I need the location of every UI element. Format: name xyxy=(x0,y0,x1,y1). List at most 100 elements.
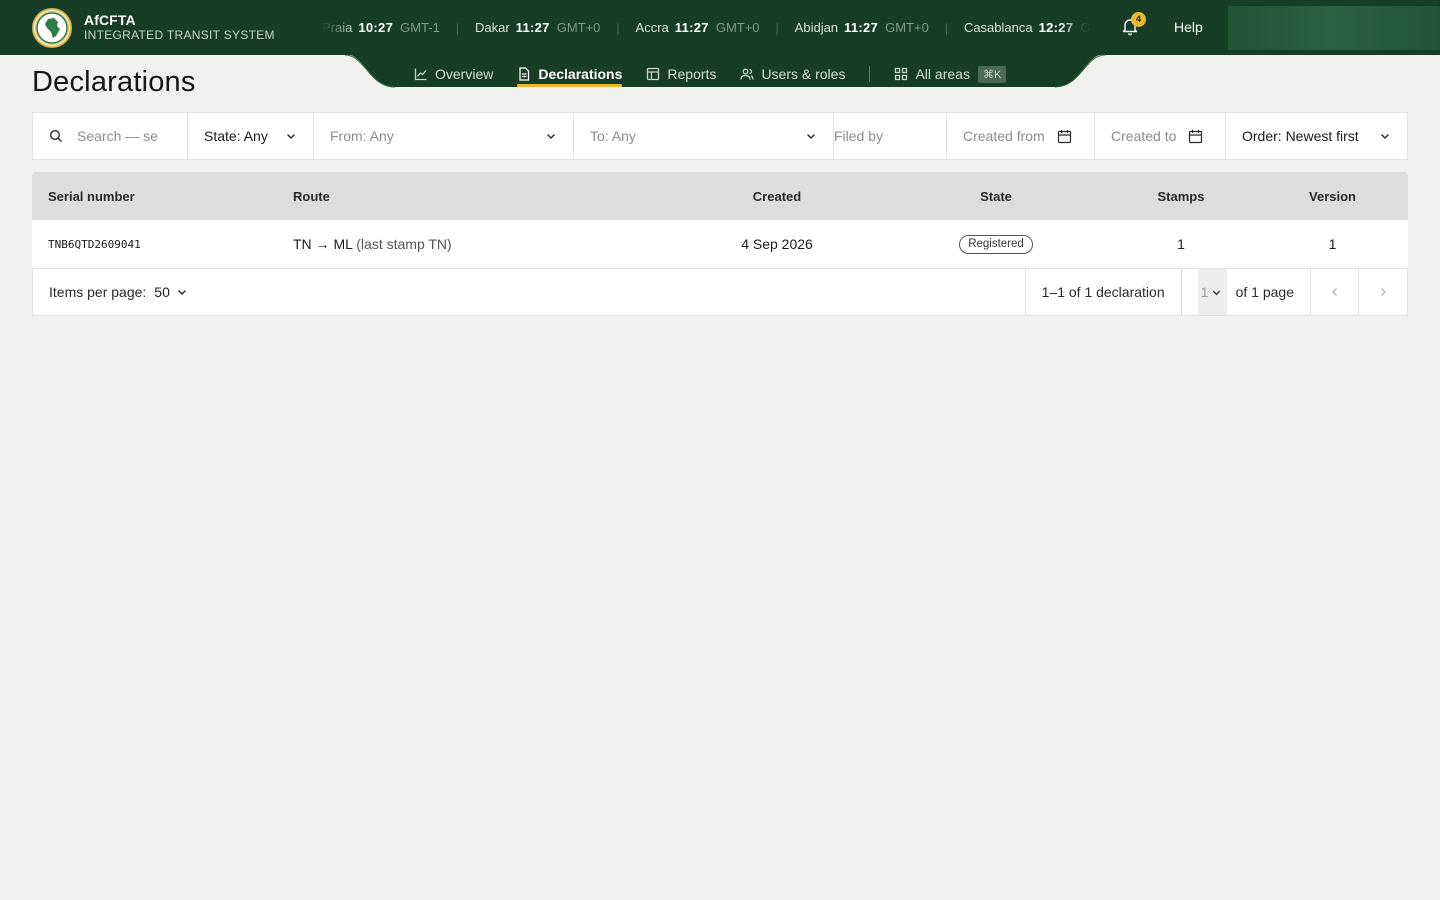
chevron-down-icon xyxy=(1212,290,1220,295)
help-link[interactable]: Help xyxy=(1174,19,1203,35)
chevron-right-icon xyxy=(1381,288,1386,296)
clock-separator: | xyxy=(616,21,620,35)
clock-tz: GMT+0 xyxy=(885,20,929,35)
clock-separator: | xyxy=(775,21,779,35)
route-note: (last stamp TN) xyxy=(356,236,452,252)
order-value: Order: Newest first xyxy=(1242,128,1359,144)
shortcut-hint: ⌘K xyxy=(977,65,1007,83)
clock-praia: Praia 10:27 GMT-1 | xyxy=(322,20,475,35)
calendar-icon[interactable] xyxy=(1188,129,1203,144)
table-row[interactable]: TNB6QTD2609041 TN → ML (last stamp TN) 4… xyxy=(32,220,1408,268)
page-select[interactable]: 1 xyxy=(1197,269,1227,315)
created-to-placeholder: Created to xyxy=(1111,128,1177,144)
search-input[interactable]: Search — se xyxy=(33,113,188,159)
clock-city: Abidjan xyxy=(794,20,839,35)
chevron-left-icon xyxy=(1331,288,1337,296)
brand-subtitle: INTEGRATED TRANSIT SYSTEM xyxy=(84,28,275,42)
clock-tz: GMT+0 xyxy=(556,20,601,35)
clock-time: 11:27 xyxy=(844,20,879,35)
previous-page-button[interactable] xyxy=(1311,269,1359,315)
created-from-date-input[interactable]: Created from xyxy=(947,113,1095,159)
table-header: Serial number Route Created State Stamps… xyxy=(32,172,1408,220)
clock-city: Accra xyxy=(635,20,669,35)
status-badge: Registered xyxy=(959,235,1033,254)
clock-city: Praia xyxy=(322,20,353,35)
users-icon xyxy=(740,68,755,80)
tab-users-roles[interactable]: Users & roles xyxy=(740,62,845,86)
version-number: 1 xyxy=(1328,236,1337,252)
document-icon xyxy=(519,67,530,81)
filed-by-input[interactable]: Filed by xyxy=(834,113,947,159)
grid-icon xyxy=(895,67,908,81)
tab-overview[interactable]: Overview xyxy=(414,62,493,86)
clock-time: 12:27 xyxy=(1038,20,1074,35)
column-header-serial[interactable]: Serial number xyxy=(32,189,277,204)
table-icon xyxy=(647,67,660,81)
page-total: of 1 page xyxy=(1235,284,1294,300)
created-date: 4 Sep 2026 xyxy=(741,236,813,252)
clock-dakar: Dakar 11:27 GMT+0 | xyxy=(475,20,636,35)
tab-label: All areas xyxy=(915,66,970,82)
clock-tz: GMT-1 xyxy=(400,20,440,35)
route-cell: TN → ML (last stamp TN) xyxy=(277,236,667,252)
column-header-state[interactable]: State xyxy=(887,189,1105,204)
clock-time: 10:27 xyxy=(358,20,394,35)
column-header-created[interactable]: Created xyxy=(667,189,887,204)
nav-divider xyxy=(869,66,871,82)
to-filter-value: To: Any xyxy=(590,128,636,144)
notification-count-badge[interactable]: 4 xyxy=(1131,12,1146,27)
route: TN → ML xyxy=(293,236,353,252)
state-filter-value: State: Any xyxy=(204,128,268,144)
main-nav: Overview Declarations Reports Users & ro… xyxy=(414,62,1030,87)
stamps-count: 1 xyxy=(1177,236,1185,252)
tab-label: Overview xyxy=(435,66,494,82)
created-to-date-input[interactable]: Created to xyxy=(1095,113,1226,159)
brand: AfCFTA INTEGRATED TRANSIT SYSTEM xyxy=(84,12,275,43)
filed-by-placeholder: Filed by xyxy=(834,128,884,144)
items-per-page-select[interactable]: 50 xyxy=(154,284,188,300)
clock-casablanca: Casablanca 12:27 GMT+1 xyxy=(964,20,1092,35)
chart-line-icon xyxy=(414,68,427,81)
serial-number[interactable]: TNB6QTD2609041 xyxy=(32,238,277,251)
search-icon xyxy=(49,129,62,142)
tab-declarations[interactable]: Declarations xyxy=(517,62,623,87)
page-select-value: 1 xyxy=(1200,284,1209,300)
column-header-route[interactable]: Route xyxy=(277,189,667,204)
declarations-table: Serial number Route Created State Stamps… xyxy=(32,172,1408,268)
page-selector: 1 of 1 page xyxy=(1182,269,1311,315)
chevron-down-icon xyxy=(807,134,815,139)
tab-label: Users & roles xyxy=(761,66,846,82)
clock-city: Dakar xyxy=(474,20,510,35)
order-select[interactable]: Order: Newest first xyxy=(1226,113,1407,159)
pagination-range: 1–1 of 1 declaration xyxy=(1024,269,1182,315)
next-page-button[interactable] xyxy=(1359,269,1407,315)
tab-reports[interactable]: Reports xyxy=(646,62,716,86)
from-filter-value: From: Any xyxy=(330,128,394,144)
tab-all-areas[interactable]: All areas ⌘K xyxy=(894,62,1007,86)
brand-name: AfCFTA xyxy=(84,12,136,28)
calendar-icon[interactable] xyxy=(1057,129,1072,144)
search-placeholder: Search — se xyxy=(77,128,158,144)
clock-time: 11:27 xyxy=(674,20,709,35)
top-bar: AfCFTA INTEGRATED TRANSIT SYSTEM Praia 1… xyxy=(0,0,1440,55)
afcfta-logo-icon[interactable] xyxy=(32,8,72,48)
world-clocks: Praia 10:27 GMT-1 | Dakar 11:27 GMT+0 | … xyxy=(322,0,1092,55)
from-country-select[interactable]: From: Any xyxy=(314,113,574,159)
state-cell: Registered xyxy=(887,234,1105,254)
clock-tz: GMT+0 xyxy=(715,20,760,35)
column-header-stamps[interactable]: Stamps xyxy=(1105,189,1257,204)
user-account-menu[interactable] xyxy=(1228,6,1440,50)
chevron-down-icon xyxy=(177,290,186,295)
clock-time: 11:27 xyxy=(515,20,550,35)
chevron-down-icon xyxy=(547,134,555,139)
items-per-page: Items per page: 50 xyxy=(33,269,1025,315)
pagination: Items per page: 50 1–1 of 1 declaration … xyxy=(32,268,1408,316)
created-from-placeholder: Created from xyxy=(963,128,1045,144)
to-country-select[interactable]: To: Any xyxy=(574,113,834,159)
column-header-version[interactable]: Version xyxy=(1257,189,1408,204)
state-filter-select[interactable]: State: Any xyxy=(188,113,314,159)
tab-label: Reports xyxy=(667,66,717,82)
filter-bar: Search — se State: Any From: Any To: Any… xyxy=(32,112,1408,160)
tab-label: Declarations xyxy=(538,66,623,82)
clock-city: Casablanca xyxy=(963,20,1033,35)
